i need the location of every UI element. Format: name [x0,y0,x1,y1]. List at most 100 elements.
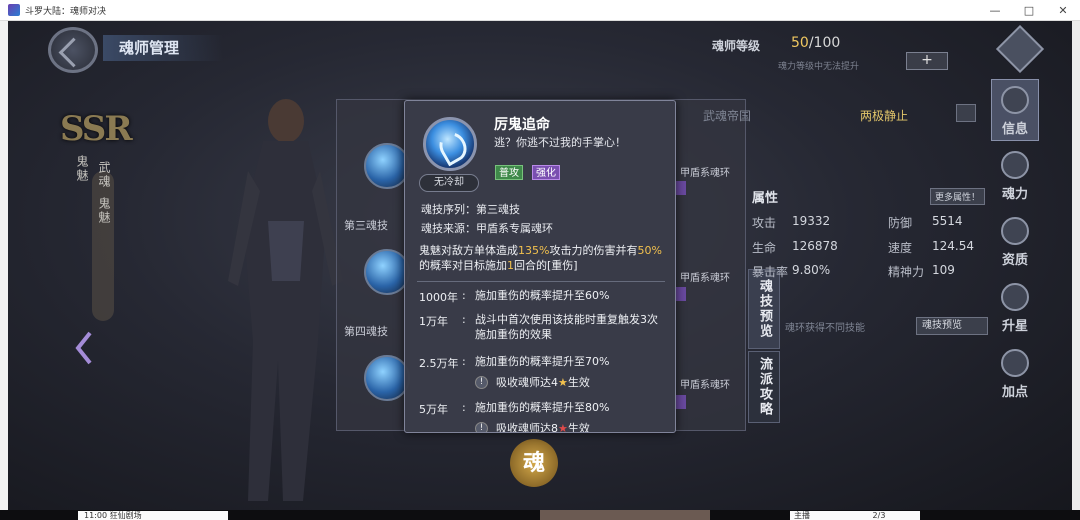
bottom-page: 2/3 [872,511,886,520]
requirement-text: 吸收魂师达8 [496,422,558,433]
level-requirement: ! 吸收魂师达8 ★ 生效 [475,420,590,433]
bottom-right-box: 主播 2/3 [790,511,920,520]
tab-school-guide[interactable]: 流派攻略 [748,351,780,423]
stat-label: 生命 [752,241,777,255]
stat-value: 19332 [792,214,831,228]
add-point-icon [1001,349,1029,377]
search-icon[interactable] [956,104,976,122]
skill-3-label: 第三魂技 [344,219,388,232]
stat-label: 暴击率 [752,265,789,279]
desktop-right-strip [1072,21,1080,520]
skill-hint: 魂环获得不同技能 [785,323,865,334]
tab-skill-preview[interactable]: 魂技预览 [748,269,780,349]
skill-source-label: 魂技来源： [421,222,476,235]
close-button[interactable]: ✕ [1046,0,1080,21]
stat-value: 109 [932,263,955,277]
requirement-text: 吸收魂师达4 [496,376,558,389]
diamond-menu-icon[interactable] [995,24,1045,74]
nav-label: 魂力 [1001,187,1028,202]
level-year: 2.5万年 [419,357,459,370]
desc-text: 鬼魅对敌方单体造成 [419,244,518,257]
stat-value: 126878 [792,239,838,253]
back-emblem-icon[interactable] [48,27,98,73]
soul-seal-icon[interactable]: 魂 [510,439,558,487]
aptitude-icon [1001,217,1029,245]
level-effect: 施加重伤的概率提升至70% [475,355,610,368]
desc-highlight: 135% [518,244,550,257]
requirement-suffix: 生效 [567,422,590,433]
stat-label: 防御 [888,216,913,230]
level-colon: : [462,313,466,326]
stat-label: 攻击 [752,216,777,230]
desktop-left-strip [0,21,8,520]
skill-4-label: 第四魂技 [344,325,388,338]
level-effect: 施加重伤的概率提升至60% [475,289,610,302]
app-icon [8,4,20,16]
ring-type-badge [676,395,686,409]
window-titlebar: 斗罗大陆：魂师对决 — □ ✕ [0,0,1080,21]
minimize-button[interactable]: — [978,0,1012,21]
rank-hint: 魂力等级中无法提升 [778,62,860,72]
stat-value: 124.54 [932,239,974,253]
skill-source: 魂技来源：甲盾系专属魂环 [421,220,553,236]
bottom-left-text: 11:00 狂仙剧场 [78,511,228,520]
rank-up-button[interactable]: + [906,52,948,70]
taskbar-strip: 11:00 狂仙剧场 主播 2/3 [0,510,1080,520]
divider [417,281,665,282]
skill-preview-button[interactable]: 魂技预览 [916,317,988,335]
chevron-left-icon[interactable] [74,331,94,365]
skill-quote: 逃？你逃不过我的手掌心！ [494,136,626,149]
skill-tooltip: 无冷却 厉鬼追命 逃？你逃不过我的手掌心！ 普攻 强化 魂技序列：第三魂技 魂技… [404,100,676,433]
level-year: 1000年 [419,291,458,304]
nav-star-up[interactable]: 升星 [991,277,1039,339]
nav-label: 资质 [1001,253,1028,268]
window-controls: — □ ✕ [978,0,1080,21]
rank-label: 魂师等级 [712,39,761,53]
skill-name: 厉鬼追命 [494,117,550,133]
level-colon: : [462,289,466,302]
nav-label: 信息 [1001,122,1028,137]
more-attributes-button[interactable]: 更多属性！ [930,188,986,205]
rank-max: /100 [808,35,841,51]
level-effect: 施加重伤的概率提升至80% [475,401,610,414]
info-icon [1001,86,1029,114]
skill-sequence-value: 第三魂技 [476,203,520,216]
ring-type-badge [676,181,686,195]
skill-icon [423,117,477,171]
desc-text: 回合的[重伤] [514,259,578,272]
character-title-pill [92,171,114,321]
status-label: 两极静止 [860,109,909,123]
nav-aptitude[interactable]: 资质 [991,211,1039,273]
ring-type-badge [676,287,686,301]
character-name-vertical: 鬼魅 [75,155,89,183]
ring-type-label: 甲盾系魂环 [680,380,730,391]
soul-power-icon [1001,151,1029,179]
requirement-suffix: 生效 [567,376,590,389]
desc-highlight: 1 [507,259,514,272]
faction-label: 武魂帝国 [703,109,752,123]
stat-value: 5514 [932,214,963,228]
nav-label: 升星 [1001,319,1028,334]
skill-sequence: 魂技序列：第三魂技 [421,201,520,217]
bottom-right-text: 主播 [794,511,810,520]
star-up-icon [1001,283,1029,311]
level-effect: 战斗中首次使用该技能时重复触发3次施加重伤的效果 [475,313,658,341]
skill-tag: 普攻 [495,165,523,180]
screen: 斗罗大陆：魂师对决 — □ ✕ 魂师管理 SSR 鬼魅 武魂 鬼魅 第三魂技 第… [0,0,1080,520]
nav-add-point[interactable]: 加点 [991,343,1039,405]
nav-soul-power[interactable]: 魂力 [991,145,1039,207]
desc-highlight: 50% [637,244,662,257]
warning-icon: ! [475,375,488,389]
character-title-vertical: 武魂 [97,161,111,189]
skill-description: 鬼魅对敌方单体造成135%攻击力的伤害并有50% 的概率对目标施加1回合的[重伤] [419,243,667,273]
maximize-button[interactable]: □ [1012,0,1046,21]
ring-type-label: 甲盾系魂环 [680,273,730,284]
level-requirement: ! 吸收魂师达4 ★ 生效 [475,374,590,390]
level-year: 1万年 [419,315,448,328]
level-colon: : [462,401,466,414]
nav-info[interactable]: 信息 [991,79,1039,141]
desc-text: 攻击力的伤害并有 [549,244,638,257]
rarity-badge: SSR [60,109,133,149]
page-title: 魂师管理 [103,35,223,61]
level-year: 5万年 [419,403,448,416]
